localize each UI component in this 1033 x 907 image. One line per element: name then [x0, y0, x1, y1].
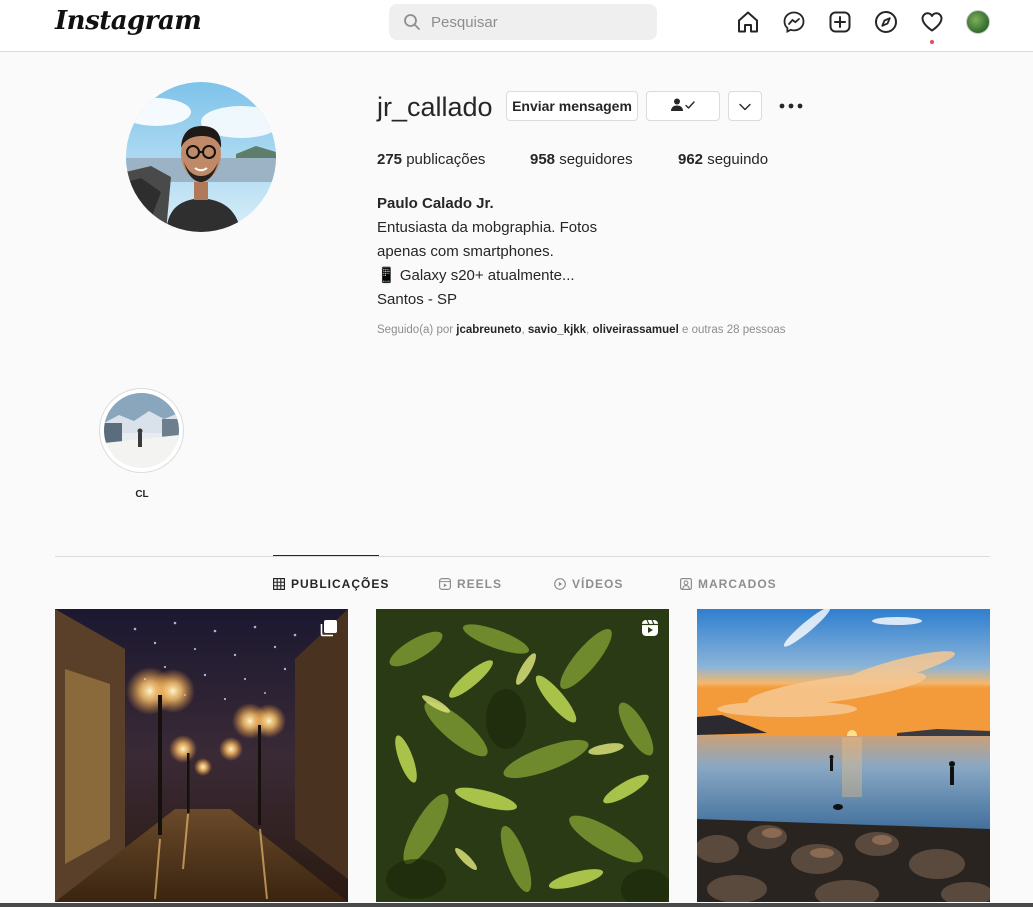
tab-tagged-label: MARCADOS [698, 577, 777, 591]
messenger-icon[interactable] [782, 10, 806, 34]
tab-posts[interactable]: PUBLICAÇÕES [273, 576, 389, 592]
bio-line: Santos - SP [377, 291, 458, 308]
followed-by-suffix: e outras 28 pessoas [681, 324, 786, 336]
followers-count-label: seguidores [559, 151, 633, 168]
post-thumbnail[interactable] [697, 609, 990, 902]
following-count-number: 962 [678, 151, 704, 168]
reels-icon [439, 578, 451, 590]
window-bottom-edge [0, 903, 1033, 907]
tab-videos-label: VÍDEOS [572, 577, 624, 591]
post-thumbnail[interactable] [376, 609, 669, 902]
post-thumbnail[interactable] [55, 609, 348, 902]
video-icon [554, 578, 566, 590]
reel-icon [641, 619, 659, 637]
bio-line: apenas com smartphones. [377, 243, 554, 260]
search-box[interactable] [389, 4, 657, 40]
notification-dot [930, 40, 934, 44]
profile-full-name: Paulo Calado Jr. [377, 195, 494, 212]
tabs-divider [55, 556, 990, 557]
grid-icon [273, 578, 285, 590]
search-input[interactable] [431, 4, 645, 40]
following-count-label: seguindo [707, 151, 769, 168]
highlight-label: CL [135, 489, 149, 500]
post-image-street-lights [55, 609, 348, 902]
chevron-down-icon [739, 98, 751, 114]
explore-icon[interactable] [874, 10, 898, 34]
more-options-icon[interactable] [778, 96, 804, 116]
suggested-accounts-button[interactable] [728, 91, 762, 121]
search-icon [403, 13, 421, 31]
story-highlight[interactable] [99, 388, 184, 473]
profile-avatar[interactable] [126, 82, 276, 232]
instagram-logo[interactable]: Instagram [55, 6, 202, 36]
post-image-tropical-plants [376, 609, 669, 902]
tab-tagged[interactable]: MARCADOS [680, 576, 777, 592]
top-navigation-bar: Instagram [0, 0, 1033, 52]
posts-count: 275 publicações [377, 151, 485, 168]
following-link[interactable]: 962 seguindo [678, 151, 768, 168]
profile-bio: Paulo Calado Jr. Entusiasta da mobgraphi… [377, 192, 597, 312]
followed-by-prefix: Seguido(a) por [377, 324, 454, 336]
tab-posts-label: PUBLICAÇÕES [291, 577, 390, 591]
tab-videos[interactable]: VÍDEOS [554, 576, 623, 592]
followed-by-user[interactable]: jcabreuneto [456, 324, 521, 336]
carousel-icon [320, 619, 338, 637]
activity-heart-icon[interactable] [920, 10, 944, 34]
post-image-beach-sunset [697, 609, 990, 902]
tagged-icon [680, 578, 692, 590]
person-check-icon [670, 98, 696, 115]
followers-count-number: 958 [530, 151, 556, 168]
nav-profile-avatar[interactable] [966, 10, 990, 34]
profile-username: jr_callado [377, 92, 493, 122]
posts-count-label: publicações [406, 151, 486, 168]
posts-count-number: 275 [377, 151, 403, 168]
highlight-cover [104, 393, 179, 468]
bio-line: 📱 Galaxy s20+ atualmente... [377, 267, 575, 284]
send-message-button[interactable]: Enviar mensagem [506, 91, 638, 121]
followed-by-user[interactable]: savio_kjkk [528, 324, 586, 336]
followers-link[interactable]: 958 seguidores [530, 151, 633, 168]
tab-reels[interactable]: REELS [439, 576, 502, 592]
new-post-icon[interactable] [828, 10, 852, 34]
tab-reels-label: REELS [457, 577, 503, 591]
bio-line: Entusiasta da mobgraphia. Fotos [377, 219, 598, 236]
followed-by-user[interactable]: oliveirassamuel [592, 324, 678, 336]
following-button[interactable] [646, 91, 720, 121]
active-tab-indicator [273, 555, 379, 556]
followed-by-text[interactable]: Seguido(a) por jcabreuneto, savio_kjkk, … [377, 324, 786, 336]
home-icon[interactable] [736, 10, 760, 34]
